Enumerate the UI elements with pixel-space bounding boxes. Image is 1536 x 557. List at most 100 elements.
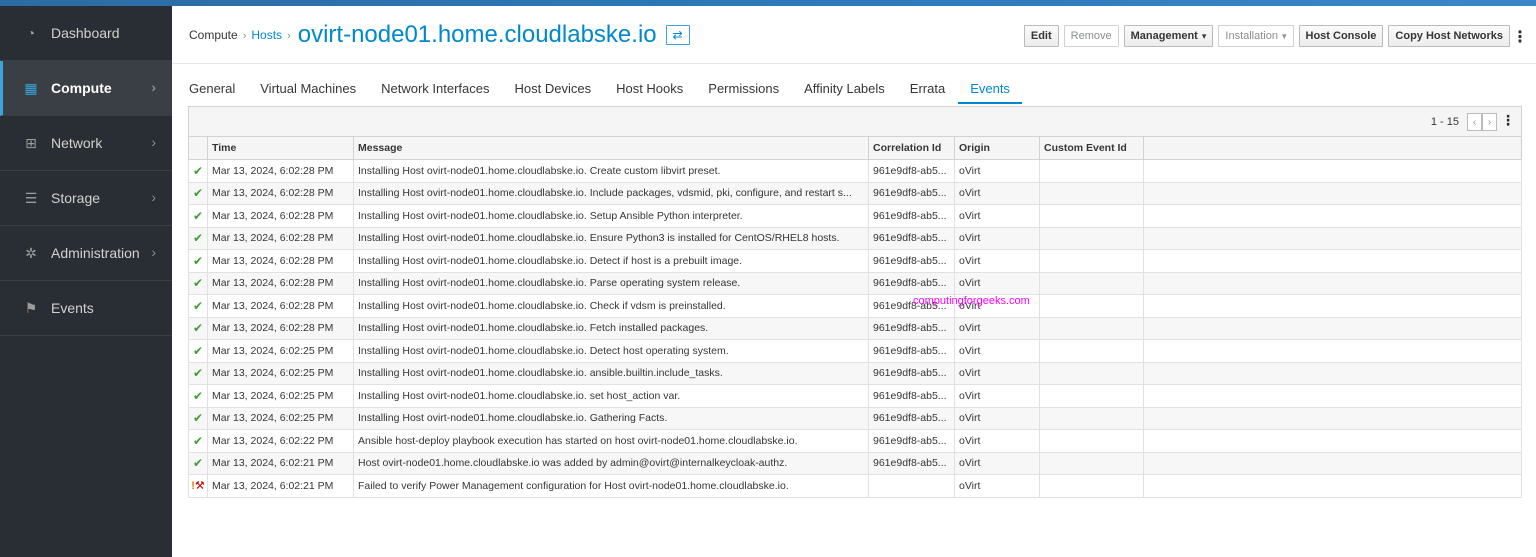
host-console-button[interactable]: Host Console (1298, 25, 1384, 47)
cell-time: Mar 13, 2024, 6:02:28 PM (207, 271, 354, 295)
chevron-down-icon: ▾ (1281, 30, 1287, 41)
status-cell: ✔ (188, 384, 208, 408)
events-table: Time Message Correlation Id Origin Custo… (188, 136, 1522, 498)
tab-permissions[interactable]: Permissions (696, 81, 791, 104)
chevron-right-icon: › (151, 244, 156, 260)
cell-origin: oVirt (954, 181, 1040, 205)
cell-origin: oVirt (954, 406, 1040, 430)
cell-time: Mar 13, 2024, 6:02:25 PM (207, 384, 354, 408)
cell-origin: oVirt (954, 429, 1040, 453)
cell-correlation-id: 961e9df8-ab5... (868, 181, 955, 205)
sidebar-item-label: Compute (51, 80, 112, 96)
check-icon: ✔ (192, 411, 204, 426)
table-row[interactable]: ✔ Mar 13, 2024, 6:02:28 PM Installing Host… (188, 294, 1522, 318)
cell-time: Mar 13, 2024, 6:02:25 PM (207, 361, 354, 385)
network-icon: ⊞ (25, 134, 37, 151)
page-title: ovirt-node01.home.cloudlabske.io (297, 20, 657, 48)
col-status (188, 136, 208, 160)
sidebar-item-label: Storage (51, 190, 101, 206)
table-row[interactable]: ✔ Mar 13, 2024, 6:02:28 PM Installing Host… (188, 204, 1522, 228)
installation-dropdown[interactable]: Installation ▾ (1218, 25, 1294, 47)
col-filler (1143, 136, 1522, 160)
sidebar-item-compute[interactable]: ▦ Compute › (0, 61, 172, 116)
status-cell: ✔ (188, 294, 208, 318)
col-time[interactable]: Time (207, 136, 354, 160)
col-message[interactable]: Message (353, 136, 869, 160)
cell-correlation-id: 961e9df8-ab5... (868, 249, 955, 273)
table-row[interactable]: ✔ Mar 13, 2024, 6:02:25 PM Installing Host… (188, 339, 1522, 363)
sidebar-item-network[interactable]: ⊞ Network › (0, 116, 172, 171)
sidebar-item-storage[interactable]: ☰ Storage › (0, 171, 172, 226)
table-row[interactable]: ✔ Mar 13, 2024, 6:02:22 PM Ansible host-de… (188, 429, 1522, 453)
sidebar-item-events[interactable]: ⚑ Events (0, 281, 172, 336)
cell-custom-event-id (1039, 204, 1144, 228)
cell-custom-event-id (1039, 406, 1144, 430)
table-row[interactable]: ✔ Mar 13, 2024, 6:02:25 PM Installing Host… (188, 384, 1522, 408)
col-correlation-id[interactable]: Correlation Id (868, 136, 955, 160)
check-icon: ✔ (192, 343, 204, 358)
check-icon: ✔ (192, 388, 204, 403)
cell-origin: oVirt (954, 451, 1040, 475)
cell-time: Mar 13, 2024, 6:02:28 PM (207, 226, 354, 250)
prev-page-icon[interactable]: ‹ (1467, 113, 1482, 131)
gear-icon: ✲ (25, 244, 37, 261)
cell-filler (1143, 226, 1522, 250)
status-cell: ✔ (188, 361, 208, 385)
status-cell: ! ⚒ (188, 474, 208, 498)
management-dropdown[interactable]: Management ▾ (1123, 25, 1214, 47)
cell-time: Mar 13, 2024, 6:02:28 PM (207, 204, 354, 228)
cell-filler (1143, 204, 1522, 228)
table-row[interactable]: ✔ Mar 13, 2024, 6:02:25 PM Installing Host… (188, 406, 1522, 430)
cell-custom-event-id (1039, 361, 1144, 385)
management-label: Management (1130, 30, 1198, 42)
breadcrumb-hosts-link[interactable]: Hosts (251, 28, 282, 42)
tab-host-hooks[interactable]: Host Hooks (604, 81, 695, 104)
events-grid: 1 - 15 ‹ › ⋮ Time Message Correlation Id… (188, 106, 1522, 498)
breadcrumb: Compute › Hosts › (189, 28, 296, 42)
tab-virtual-machines[interactable]: Virtual Machines (248, 81, 368, 104)
cell-time: Mar 13, 2024, 6:02:22 PM (207, 429, 354, 453)
watermark-text: computingforgeeks.com (913, 295, 1030, 307)
tab-events[interactable]: Events (958, 81, 1022, 104)
check-icon: ✔ (192, 366, 204, 381)
sidebar: ◔ Dashboard ▦ Compute › ⊞ Network › ☰ St… (0, 6, 172, 557)
table-row[interactable]: ✔ Mar 13, 2024, 6:02:28 PM Installing Host… (188, 271, 1522, 295)
tab-general[interactable]: General (189, 81, 247, 104)
swap-icon[interactable]: ⇄ (665, 24, 690, 45)
status-cell: ✔ (188, 204, 208, 228)
cell-origin: oVirt (954, 204, 1040, 228)
kebab-menu-icon[interactable]: ⋮ (1512, 27, 1528, 47)
storage-icon: ☰ (24, 189, 38, 206)
status-cell: ✔ (188, 406, 208, 430)
table-row[interactable]: ✔ Mar 13, 2024, 6:02:28 PM Installing Host… (188, 226, 1522, 250)
cell-origin: oVirt (954, 361, 1040, 385)
remove-button[interactable]: Remove (1063, 25, 1119, 47)
table-row[interactable]: ✔ Mar 13, 2024, 6:02:28 PM Installing Host… (188, 249, 1522, 273)
grid-kebab-icon[interactable]: ⋮ (1501, 112, 1515, 129)
edit-button[interactable]: Edit (1023, 25, 1059, 47)
flag-icon: ⚑ (24, 299, 38, 316)
check-icon: ✔ (192, 433, 204, 448)
status-cell: ✔ (188, 339, 208, 363)
status-cell: ✔ (188, 429, 208, 453)
table-row[interactable]: ✔ Mar 13, 2024, 6:02:28 PM Installing Host… (188, 181, 1522, 205)
table-row[interactable]: ✔ Mar 13, 2024, 6:02:21 PM Host ovirt-node… (188, 451, 1522, 475)
col-origin[interactable]: Origin (954, 136, 1040, 160)
table-row[interactable]: ✔ Mar 13, 2024, 6:02:25 PM Installing Host… (188, 361, 1522, 385)
copy-host-networks-button[interactable]: Copy Host Networks (1388, 25, 1510, 47)
next-page-icon[interactable]: › (1482, 113, 1497, 131)
cell-filler (1143, 474, 1522, 498)
tab-errata[interactable]: Errata (898, 81, 957, 104)
tab-network-interfaces[interactable]: Network Interfaces (369, 81, 501, 104)
tab-host-devices[interactable]: Host Devices (503, 81, 604, 104)
table-row[interactable]: ! ⚒ Mar 13, 2024, 6:02:21 PM Failed to veri… (188, 474, 1522, 498)
sidebar-item-dashboard[interactable]: ◔ Dashboard (0, 6, 172, 61)
cell-message: Installing Host ovirt-node01.home.cloudl… (353, 361, 869, 385)
table-row[interactable]: ✔ Mar 13, 2024, 6:02:28 PM Installing Host… (188, 159, 1522, 183)
sidebar-item-administration[interactable]: ✲ Administration › (0, 226, 172, 281)
compute-icon: ▦ (24, 79, 38, 96)
col-custom-event-id[interactable]: Custom Event Id (1039, 136, 1144, 160)
tab-affinity-labels[interactable]: Affinity Labels (792, 81, 897, 104)
table-row[interactable]: ✔ Mar 13, 2024, 6:02:28 PM Installing Host… (188, 316, 1522, 340)
cell-filler (1143, 271, 1522, 295)
